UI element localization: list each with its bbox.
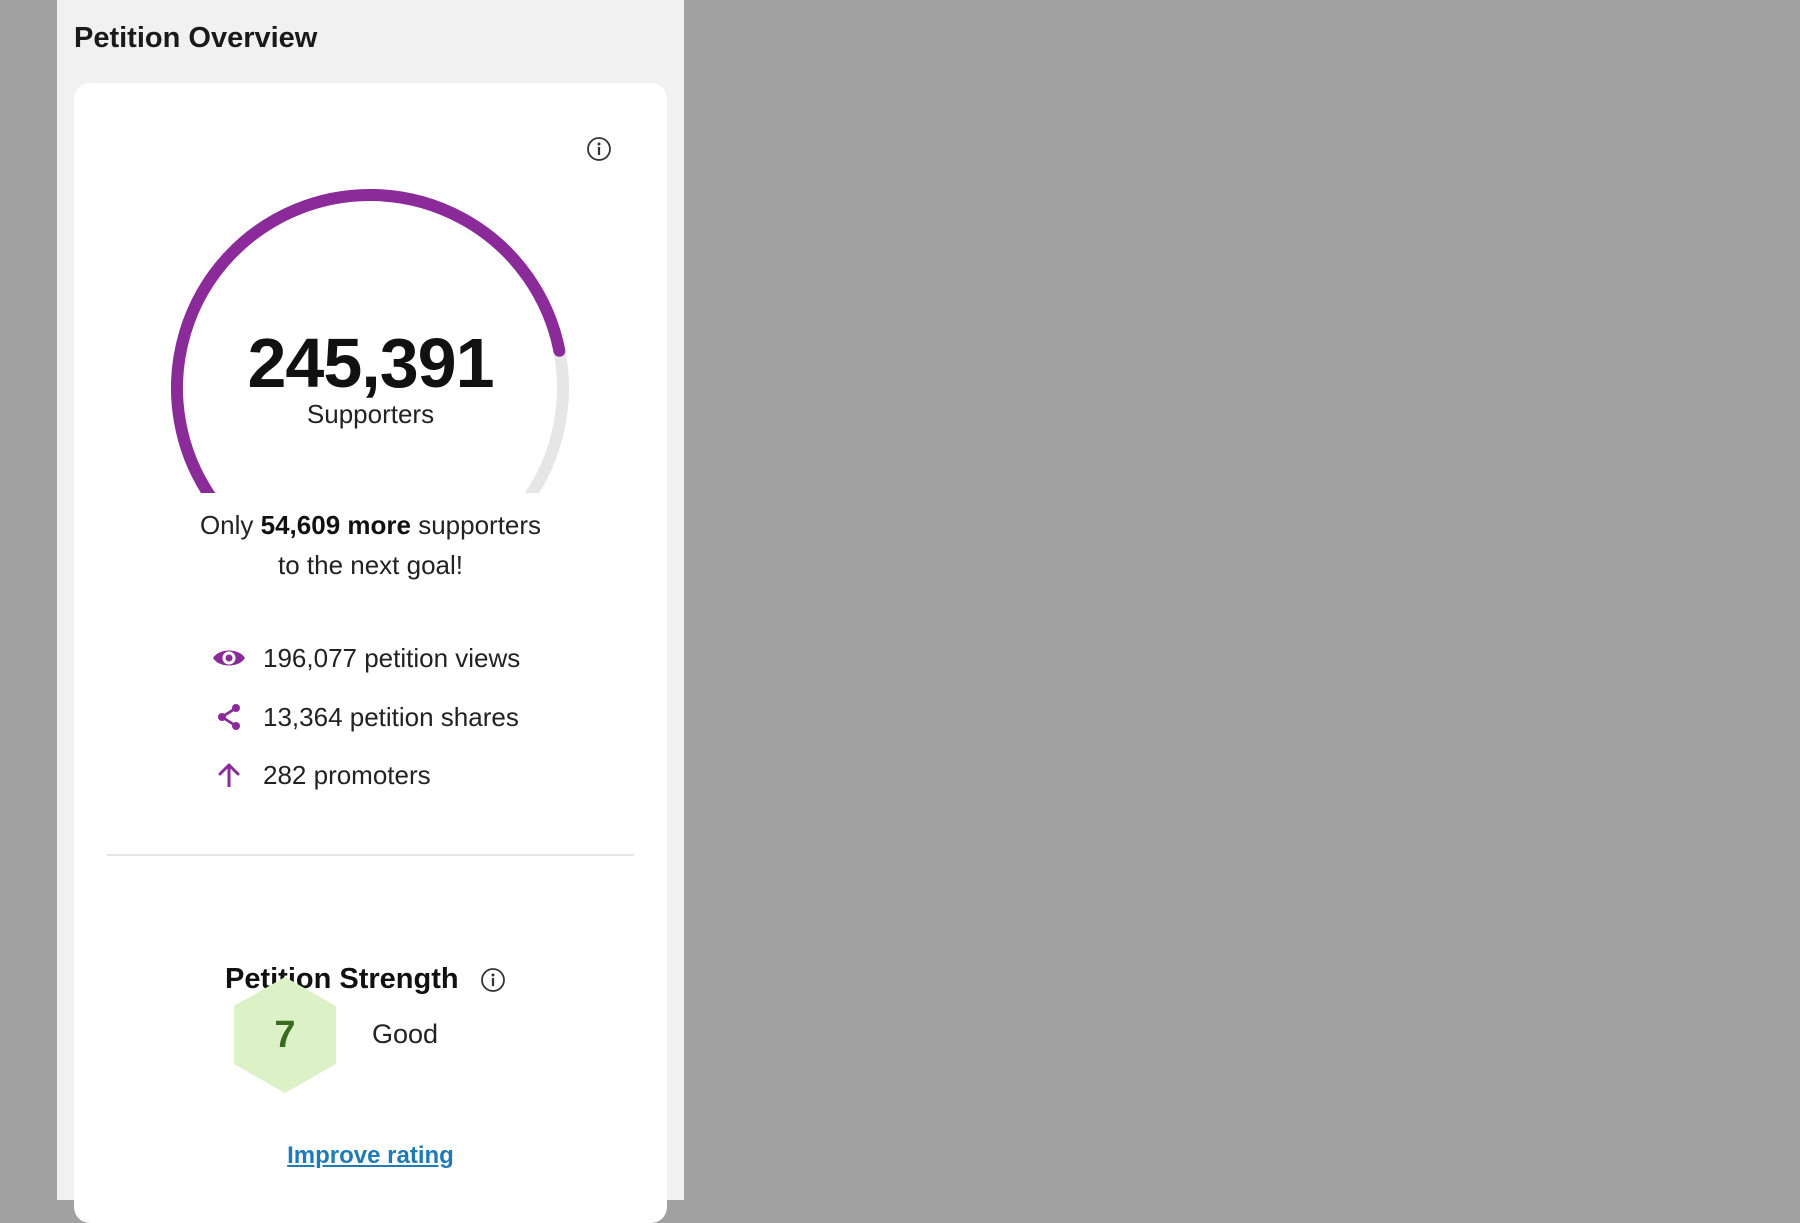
share-icon [209,697,249,737]
arrow-up-icon [209,755,249,795]
stat-views-text: 196,077 petition views [263,642,521,673]
stat-promoters: 282 promoters [209,755,431,795]
strength-score: 7 [274,1013,296,1056]
info-icon[interactable] [480,967,506,993]
goal-message: Only 54,609 more supporters to the next … [74,505,667,585]
goal-remaining: 54,609 more [260,510,411,540]
stat-shares: 13,364 petition shares [209,697,519,737]
goal-line-2: to the next goal! [277,550,464,580]
stat-promoters-text: 282 promoters [263,759,431,790]
page-title: Petition Overview [74,22,318,54]
overview-card: 245,391 Supporters Only 54,609 more supp… [74,83,667,1223]
stat-shares-text: 13,364 petition shares [263,701,519,732]
info-icon[interactable] [586,136,612,162]
supporters-label: Supporters [306,399,435,429]
goal-suffix: supporters [410,510,542,540]
improve-rating-link[interactable]: Improve rating [74,1142,667,1170]
petition-overview-panel: Petition Overview 245,391 Supporters Onl… [57,0,684,1223]
eye-icon [209,638,249,678]
stat-views: 196,077 petition views [209,638,520,678]
divider [107,854,634,856]
goal-prefix: Only [199,510,261,540]
supporters-count: 245,391 [247,324,494,402]
strength-rating: Good [372,1019,439,1049]
goal-line-1: Only 54,609 more supporters [74,505,667,545]
